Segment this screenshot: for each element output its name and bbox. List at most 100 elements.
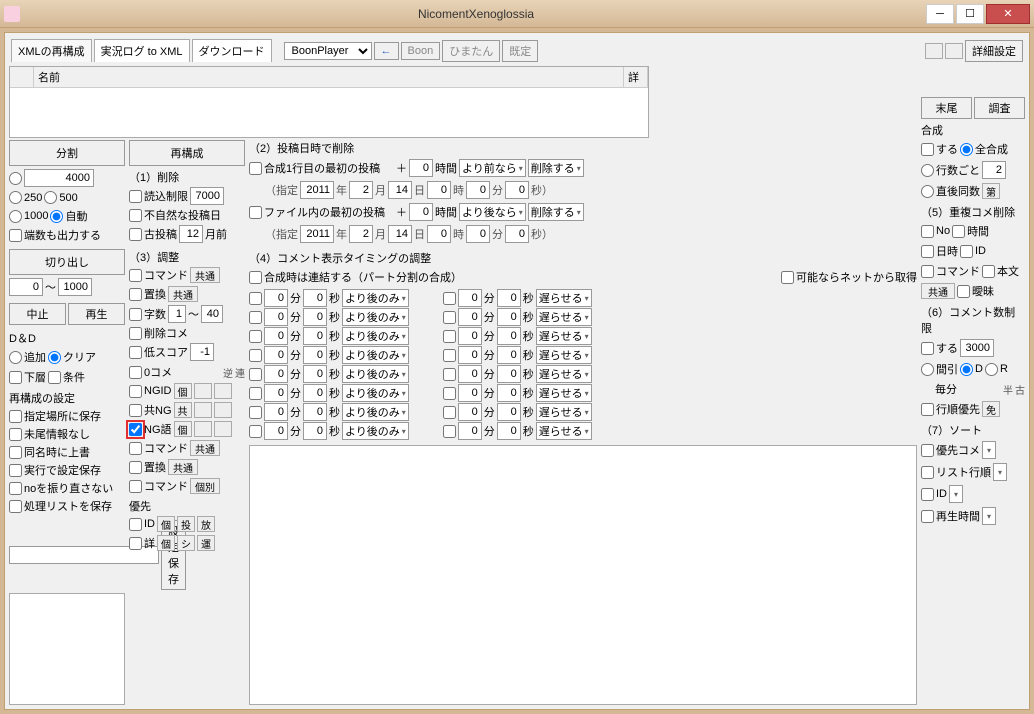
cutout-button[interactable]: 切り出し [9, 249, 125, 275]
t3-min-a[interactable] [264, 346, 288, 364]
s5-cmd[interactable] [921, 265, 934, 278]
s5-time[interactable] [952, 225, 965, 238]
cmd3-chk[interactable] [129, 480, 142, 493]
survey-button[interactable]: 調査 [974, 97, 1025, 119]
sec2-year2[interactable] [300, 225, 334, 243]
s7-prio[interactable] [921, 444, 934, 457]
sec2-file-chk[interactable] [249, 206, 262, 219]
t3-min-b[interactable] [458, 346, 482, 364]
prio-det-chk[interactable] [129, 537, 142, 550]
sec2-day1[interactable] [388, 181, 412, 199]
t3-chk-a[interactable] [249, 349, 262, 362]
sec2-del2[interactable]: 削除する [528, 203, 584, 221]
t3-sec-a[interactable] [303, 346, 327, 364]
t1-min-b[interactable] [458, 308, 482, 326]
lowscore-chk[interactable] [129, 346, 142, 359]
sec2-sc2[interactable] [505, 225, 529, 243]
ngshare-b1[interactable] [194, 402, 212, 418]
sec2-mo2[interactable] [349, 225, 373, 243]
repl2-btn[interactable]: 共通 [168, 459, 198, 475]
s7-list[interactable] [921, 466, 934, 479]
prio-det-ind[interactable]: 個 [157, 535, 175, 551]
synth-all-radio[interactable] [960, 143, 973, 156]
t4-chk-b[interactable] [443, 368, 456, 381]
t4-min-a[interactable] [264, 365, 288, 383]
s7-play[interactable] [921, 510, 934, 523]
dd-lower-checkbox[interactable] [9, 371, 22, 384]
rs-chk-5[interactable] [9, 500, 22, 513]
s7-id-combo[interactable] [949, 485, 963, 503]
chars-to[interactable] [201, 305, 223, 323]
t7-sec-a[interactable] [303, 422, 327, 440]
tail-button[interactable]: 末尾 [921, 97, 972, 119]
t5-after[interactable]: より後のみ [342, 384, 409, 402]
t0-after[interactable]: より後のみ [342, 289, 409, 307]
t6-after[interactable]: より後のみ [342, 403, 409, 421]
s5-text[interactable] [982, 265, 995, 278]
synth-lines-val[interactable] [982, 161, 1006, 179]
t0-min-a[interactable] [264, 289, 288, 307]
split-radio-custom[interactable] [9, 172, 22, 185]
ngshare-b2[interactable] [214, 402, 232, 418]
t6-min-b[interactable] [458, 403, 482, 421]
t1-delay[interactable]: 遅らせる [536, 308, 592, 326]
boon-button[interactable]: Boon [401, 42, 441, 60]
rs-chk-0[interactable] [9, 410, 22, 423]
t7-delay[interactable]: 遅らせる [536, 422, 592, 440]
sec2-hr2[interactable] [427, 225, 451, 243]
split-radio-250[interactable] [9, 191, 22, 204]
cutout-from[interactable] [9, 278, 43, 296]
minimize-button[interactable]: ─ [926, 4, 954, 24]
t7-sec-b[interactable] [497, 422, 521, 440]
tab-log-to-xml[interactable]: 実況ログ to XML [94, 39, 190, 62]
sec2-mn2[interactable] [466, 225, 490, 243]
rs-chk-1[interactable] [9, 428, 22, 441]
t6-sec-a[interactable] [303, 403, 327, 421]
sec2-first-chk[interactable] [249, 162, 262, 175]
t6-min-a[interactable] [264, 403, 288, 421]
s7-play-combo[interactable] [982, 507, 996, 525]
repl2-chk[interactable] [129, 461, 142, 474]
t5-delay[interactable]: 遅らせる [536, 384, 592, 402]
maximize-button[interactable]: ☐ [956, 4, 984, 24]
t6-chk-b[interactable] [443, 406, 456, 419]
split-radio-1000[interactable] [9, 210, 22, 223]
play-button[interactable]: 再生 [68, 303, 125, 325]
t1-chk-b[interactable] [443, 311, 456, 324]
t2-min-a[interactable] [264, 327, 288, 345]
t1-sec-a[interactable] [303, 308, 327, 326]
left-textarea[interactable] [9, 593, 125, 705]
split-radio-auto[interactable] [50, 210, 63, 223]
cmd2-btn[interactable]: 共通 [190, 440, 220, 456]
t2-after[interactable]: より後のみ [342, 327, 409, 345]
t7-min-b[interactable] [458, 422, 482, 440]
nglang-b1[interactable] [194, 421, 212, 437]
rebuild-button[interactable]: 再構成 [129, 140, 245, 166]
s5-id[interactable] [960, 245, 973, 258]
sec2-mn1[interactable] [466, 181, 490, 199]
arrow-left-button[interactable]: ← [374, 42, 399, 60]
player-select[interactable]: BoonPlayer [284, 42, 372, 60]
sq-button-1[interactable] [925, 43, 943, 59]
t6-sec-b[interactable] [497, 403, 521, 421]
s5-common[interactable]: 共通 [921, 283, 955, 299]
t4-chk-a[interactable] [249, 368, 262, 381]
net-fetch-chk[interactable] [781, 271, 794, 284]
rs-chk-2[interactable] [9, 446, 22, 459]
ngid-chk[interactable] [129, 385, 142, 398]
lowscore-val[interactable] [190, 343, 214, 361]
synth-do-chk[interactable] [921, 143, 934, 156]
repl-chk[interactable] [129, 288, 142, 301]
chars-chk[interactable] [129, 308, 142, 321]
delcmt-chk[interactable] [129, 327, 142, 340]
ngshare-btn[interactable]: 共 [174, 402, 192, 418]
t0-delay[interactable]: 遅らせる [536, 289, 592, 307]
t5-chk-b[interactable] [443, 387, 456, 400]
t5-sec-a[interactable] [303, 384, 327, 402]
t1-chk-a[interactable] [249, 311, 262, 324]
s6-r[interactable] [985, 363, 998, 376]
split-radio-500[interactable] [44, 191, 57, 204]
t2-sec-b[interactable] [497, 327, 521, 345]
main-textarea[interactable] [249, 445, 917, 705]
file-list[interactable]: 名前 詳 [9, 66, 649, 138]
